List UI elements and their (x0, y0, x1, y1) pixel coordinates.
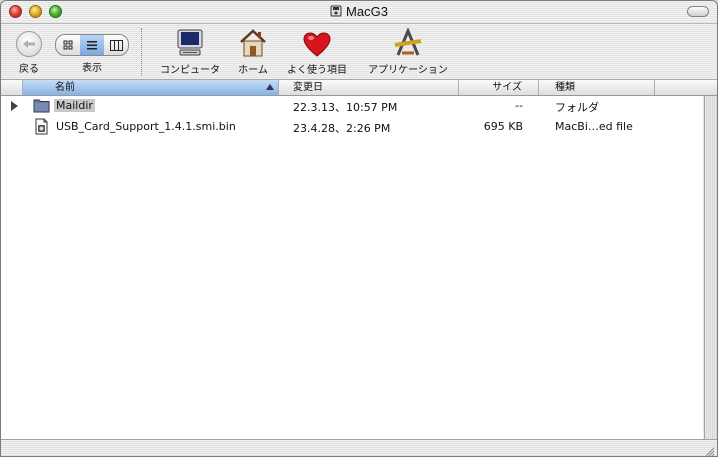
document-icon (35, 118, 48, 135)
column-header-size-label: サイズ (492, 82, 522, 93)
back-label: 戻る (19, 64, 39, 75)
column-header-name[interactable]: 名前 (23, 80, 279, 95)
finder-window: MacG3 戻る 表示 コンピュータ ホーム よく使う項目 アプリケーション 名… (0, 0, 718, 457)
list-item[interactable]: Maildir 22.3.13、10:57 PM -- フォルダ (1, 96, 703, 116)
list-item[interactable]: USB_Card_Support_1.4.1.smi.bin 23.4.28、2… (1, 117, 703, 137)
title-bar[interactable]: MacG3 (1, 1, 717, 24)
file-kind: MacBi…ed file (555, 120, 633, 133)
file-kind: フォルダ (555, 101, 599, 114)
status-bar (1, 439, 717, 457)
applications-label: アプリケーション (368, 65, 448, 76)
file-date: 23.4.28、2:26 PM (293, 122, 391, 135)
window-title: MacG3 (346, 4, 388, 19)
column-view-button[interactable] (104, 35, 128, 55)
file-date: 22.3.13、10:57 PM (293, 101, 398, 114)
folder-icon (33, 99, 50, 113)
icon-view-icon (63, 40, 72, 49)
applications-icon (394, 28, 422, 56)
list-view-icon (87, 40, 97, 49)
file-list: Maildir 22.3.13、10:57 PM -- フォルダ USB_Car… (1, 96, 703, 439)
column-header-name-label: 名前 (55, 82, 75, 93)
column-header-date-label: 変更日 (293, 82, 323, 93)
disclosure-column-header (1, 80, 23, 95)
home-button[interactable]: ホーム (233, 26, 273, 76)
sort-ascending-icon (266, 84, 274, 90)
hard-disk-icon (330, 5, 342, 17)
column-header-date[interactable]: 変更日 (279, 80, 459, 95)
toolbar-toggle-button[interactable] (687, 6, 709, 17)
back-button[interactable]: 戻る (13, 26, 45, 75)
toolbar: 戻る 表示 コンピュータ ホーム よく使う項目 アプリケーション (1, 24, 717, 80)
window-title-wrap: MacG3 (1, 4, 717, 19)
heart-icon (303, 32, 331, 57)
view-segmented-control (55, 34, 129, 56)
column-header-kind[interactable]: 種類 (539, 80, 655, 95)
computer-button[interactable]: コンピュータ (153, 26, 227, 76)
toolbar-separator (141, 28, 142, 76)
view-label: 表示 (82, 63, 102, 74)
computer-icon (177, 29, 203, 56)
file-size: -- (515, 99, 523, 112)
list-header: 名前 変更日 サイズ 種類 (1, 80, 717, 96)
resize-grip-icon[interactable] (703, 445, 715, 457)
file-name: USB_Card_Support_1.4.1.smi.bin (56, 120, 236, 133)
computer-label: コンピュータ (160, 65, 220, 76)
vertical-scrollbar[interactable] (704, 96, 717, 439)
applications-button[interactable]: アプリケーション (361, 26, 455, 76)
view-control: 表示 (55, 26, 129, 74)
favorites-button[interactable]: よく使う項目 (281, 26, 353, 76)
home-label: ホーム (238, 65, 268, 76)
disclosure-triangle-icon[interactable] (11, 101, 18, 111)
home-icon (240, 29, 266, 57)
column-header-kind-label: 種類 (555, 82, 575, 93)
back-arrow-icon (23, 40, 35, 48)
list-view-button[interactable] (80, 35, 104, 55)
column-view-icon (109, 39, 123, 51)
column-header-size[interactable]: サイズ (459, 80, 539, 95)
file-name: Maildir (54, 99, 95, 112)
file-size: 695 KB (483, 120, 523, 133)
icon-view-button[interactable] (56, 35, 80, 55)
favorites-label: よく使う項目 (287, 65, 347, 76)
